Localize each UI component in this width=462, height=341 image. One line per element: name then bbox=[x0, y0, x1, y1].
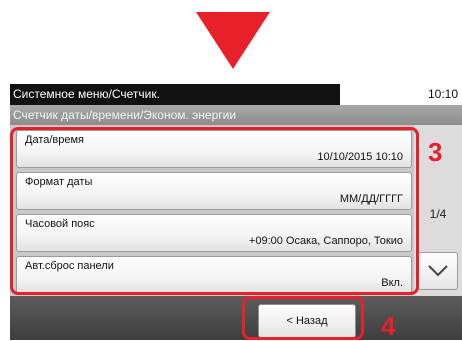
section-subtitle: Счетчик даты/времени/Эконом. энергии bbox=[10, 105, 462, 125]
page-indicator: 1/4 bbox=[429, 207, 447, 221]
down-arrow-indicator bbox=[196, 12, 270, 69]
step-4-label: 4 bbox=[381, 311, 396, 341]
highlight-back-button bbox=[242, 296, 364, 340]
chevron-down-icon bbox=[428, 265, 448, 277]
highlight-settings-list bbox=[10, 127, 419, 295]
step-3-label: 3 bbox=[428, 137, 443, 167]
scroll-down-button[interactable] bbox=[418, 252, 458, 290]
screen-title: Системное меню/Счетчик. bbox=[10, 84, 340, 105]
clock: 10:10 bbox=[340, 84, 462, 105]
